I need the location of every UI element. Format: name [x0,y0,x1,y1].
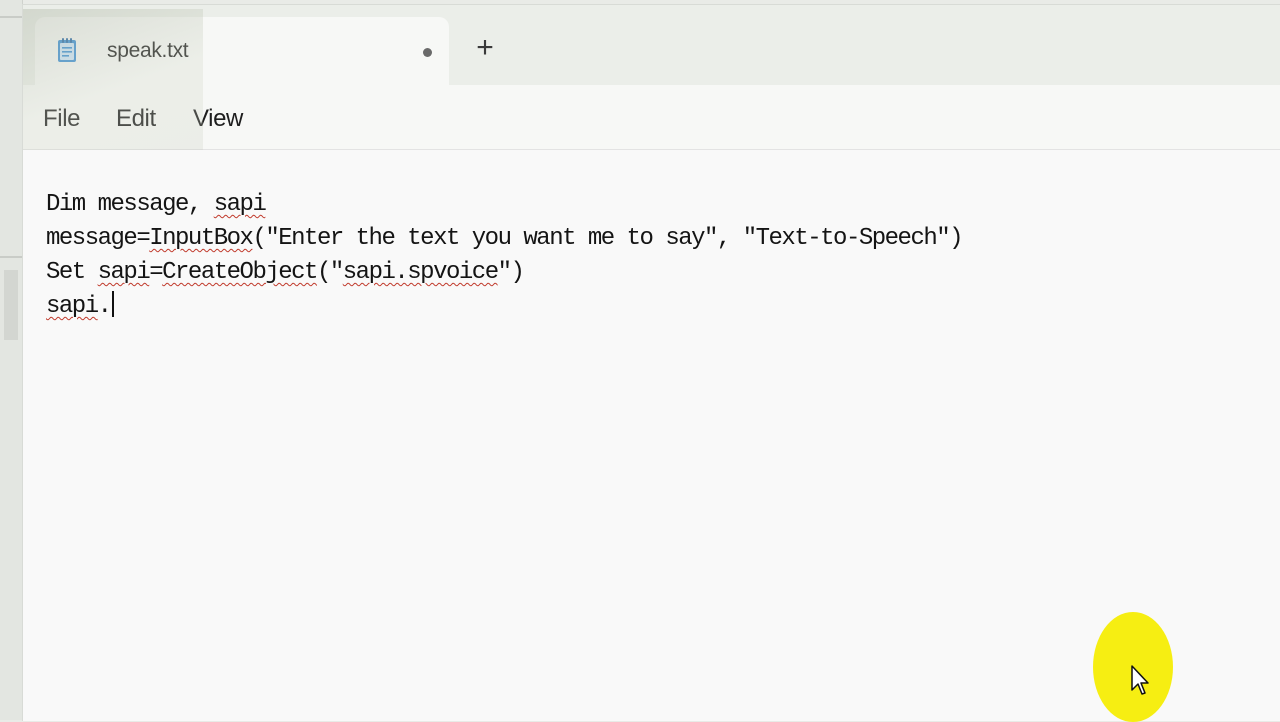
unsaved-dot-icon[interactable] [423,48,432,57]
code-text: Dim message, [46,191,214,218]
menu-file[interactable]: File [43,85,80,149]
title-bar: speak.txt + [23,5,1280,85]
desktop-edge-line [0,256,22,258]
code-line: Set sapi=CreateObject("sapi.spvoice") [46,256,962,290]
code-text: (" [316,259,344,286]
code-text: = [149,259,163,286]
notepad-icon [58,38,76,62]
misspelled-word: sapi [46,293,99,320]
code-text: message= [46,225,151,252]
code-line: sapi. [46,290,962,324]
misspelled-word: InputBox [149,225,254,252]
misspelled-word: sapi [213,191,267,218]
menu-bar: File Edit View [23,85,1280,150]
misspelled-word: CreateObject [162,259,318,286]
notepad-window: speak.txt + File Edit View Dim message, … [22,4,1280,721]
code-line: Dim message, sapi [46,188,962,222]
code-text: . [97,293,112,320]
text-editor[interactable]: Dim message, sapi message=InputBox("Enter… [23,150,1280,721]
desktop-background-strip [0,0,23,720]
code-text: ") [497,259,525,286]
menu-view[interactable]: View [193,85,243,149]
misspelled-word: sapi [97,259,151,286]
code-text: ("Enter the text you want me to say", "T… [252,225,963,252]
new-tab-button[interactable]: + [469,33,501,65]
code-text: Set [46,259,98,286]
editor-content[interactable]: Dim message, sapi message=InputBox("Enter… [46,188,964,324]
code-line: message=InputBox("Enter the text you wan… [46,222,964,256]
desktop-edge-block [4,270,18,340]
menu-edit[interactable]: Edit [116,85,156,149]
text-caret [111,291,114,317]
tab-speak-txt[interactable]: speak.txt [35,17,449,85]
tab-title: speak.txt [107,39,189,62]
mouse-pointer-icon [1131,665,1149,695]
misspelled-word: sapi.spvoice [342,259,499,286]
desktop-edge-line [0,16,22,18]
